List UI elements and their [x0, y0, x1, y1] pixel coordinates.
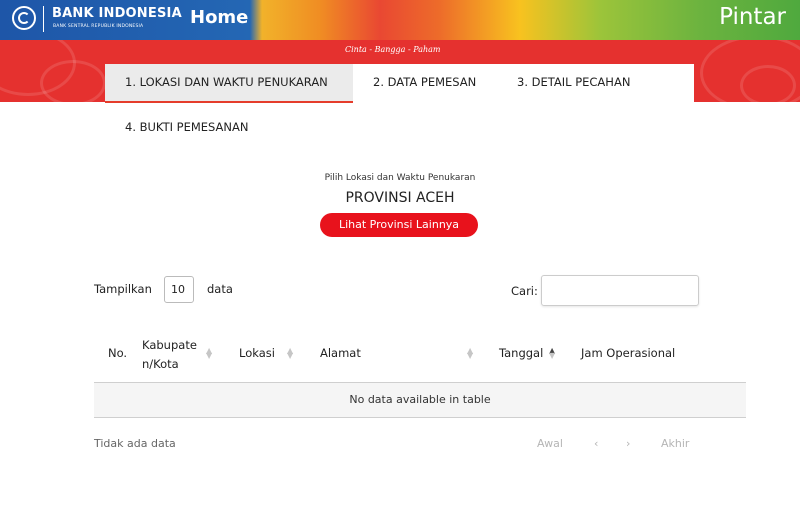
search-label: Cari:: [511, 284, 538, 298]
top-navbar: BANK INDONESIA BANK SENTRAL REPUBLIK IND…: [0, 0, 800, 40]
column-jam-operasional[interactable]: Jam Operasional: [581, 346, 675, 360]
banner-swirl-decoration: [740, 65, 796, 102]
tab-lokasi-waktu[interactable]: 1. LOKASI DAN WAKTU PENUKARAN: [105, 64, 353, 103]
home-link[interactable]: Home: [190, 7, 248, 28]
choose-location-label: Pilih Lokasi dan Waktu Penukaran: [324, 173, 476, 183]
sort-ascending-icon[interactable]: ▲ ▼: [549, 347, 555, 360]
banner-tagline: Cinta - Bangga - Paham: [345, 45, 441, 54]
logo-divider: [43, 6, 44, 32]
bank-indonesia-logo-icon[interactable]: [12, 6, 36, 30]
logo-emblem-icon: [18, 12, 30, 24]
table-header: No. Kabupate n/Kota ▲ ▼ Lokasi ▲ ▼ Alamat …: [94, 330, 746, 383]
sort-icon[interactable]: ▲ ▼: [287, 347, 293, 360]
page-size-select[interactable]: 10: [164, 276, 194, 303]
column-alamat[interactable]: Alamat: [320, 346, 361, 360]
column-no[interactable]: No.: [108, 346, 127, 360]
banner-swirl-decoration: [40, 60, 106, 102]
page-size-label: Tampilkan: [94, 282, 152, 296]
logo-subtext: BANK SENTRAL REPUBLIK INDONESIA: [53, 24, 144, 29]
table-empty-row: No data available in table: [94, 383, 746, 418]
pagination-prev[interactable]: ‹: [594, 437, 598, 450]
tab-bukti-pemesanan[interactable]: 4. BUKTI PEMESANAN: [125, 120, 249, 134]
pintar-brand[interactable]: Pintar: [719, 4, 786, 30]
table-info: Tidak ada data: [94, 437, 176, 450]
pagination-last[interactable]: Akhir: [661, 437, 689, 450]
tab-detail-pecahan[interactable]: 3. DETAIL PECAHAN: [497, 64, 650, 103]
pagination-first[interactable]: Awal: [537, 437, 563, 450]
logo-text[interactable]: BANK INDONESIA: [52, 6, 182, 21]
column-tanggal[interactable]: Tanggal: [499, 346, 543, 360]
sort-icon[interactable]: ▲ ▼: [206, 347, 212, 360]
other-province-button[interactable]: Lihat Provinsi Lainnya: [320, 213, 478, 237]
tab-data-pemesan[interactable]: 2. DATA PEMESAN: [353, 64, 496, 103]
pagination-next[interactable]: ›: [626, 437, 630, 450]
province-title: PROVINSI ACEH: [345, 190, 455, 206]
column-kabupaten-kota[interactable]: Kabupate n/Kota: [142, 336, 202, 374]
page-size-suffix: data: [207, 282, 233, 296]
search-input[interactable]: [541, 275, 699, 306]
column-lokasi[interactable]: Lokasi: [239, 346, 275, 360]
step-tabs: 1. LOKASI DAN WAKTU PENUKARAN 2. DATA PE…: [105, 64, 694, 103]
sort-icon[interactable]: ▲ ▼: [467, 347, 473, 360]
